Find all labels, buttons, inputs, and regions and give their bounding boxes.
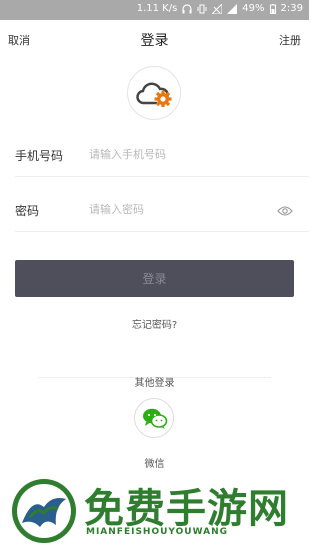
watermark-title: 免费手游网 bbox=[84, 486, 289, 532]
nav-bar: 取消 登录 注册 bbox=[0, 20, 309, 60]
register-button[interactable]: 注册 bbox=[279, 32, 301, 48]
password-input[interactable] bbox=[89, 198, 269, 220]
password-label: 密码 bbox=[15, 204, 40, 218]
forgot-password-link[interactable]: 忘记密码? bbox=[0, 316, 309, 331]
page-title: 登录 bbox=[140, 33, 169, 49]
headphones-icon bbox=[182, 3, 192, 14]
wechat-login-button[interactable] bbox=[134, 398, 174, 438]
clock: 2:39 bbox=[280, 3, 303, 14]
watermark-subtitle: MIANFEISHOUYOUWANG bbox=[86, 527, 228, 537]
login-button[interactable]: 登录 bbox=[15, 260, 294, 297]
cloud-gear-icon bbox=[136, 82, 172, 107]
wechat-icon bbox=[143, 408, 168, 429]
password-row: 密码 bbox=[15, 188, 309, 232]
status-icons: 1.11 K/s 49% 2:39 bbox=[136, 2, 303, 14]
phone-input[interactable] bbox=[89, 143, 269, 165]
wechat-label: 微信 bbox=[144, 459, 165, 470]
battery-icon bbox=[269, 3, 276, 14]
other-login-heading: 其他登录 bbox=[0, 371, 309, 390]
watermark-logo-icon bbox=[12, 479, 76, 543]
phone-label: 手机号码 bbox=[15, 149, 64, 163]
vibrate-icon bbox=[197, 4, 207, 14]
app-logo bbox=[127, 66, 181, 120]
other-login-label: 其他登录 bbox=[124, 378, 185, 389]
show-password-eye-icon[interactable] bbox=[277, 202, 293, 216]
phone-row: 手机号码 bbox=[15, 133, 309, 177]
status-bar: 1.11 K/s 49% 2:39 bbox=[0, 0, 309, 20]
watermark: 免费手游网 MIANFEISHOUYOUWANG bbox=[0, 474, 309, 550]
signal-icon bbox=[227, 3, 238, 14]
signal-off-icon bbox=[211, 2, 223, 14]
network-speed: 1.11 K/s bbox=[136, 3, 178, 14]
battery-level: 49% bbox=[242, 3, 265, 14]
